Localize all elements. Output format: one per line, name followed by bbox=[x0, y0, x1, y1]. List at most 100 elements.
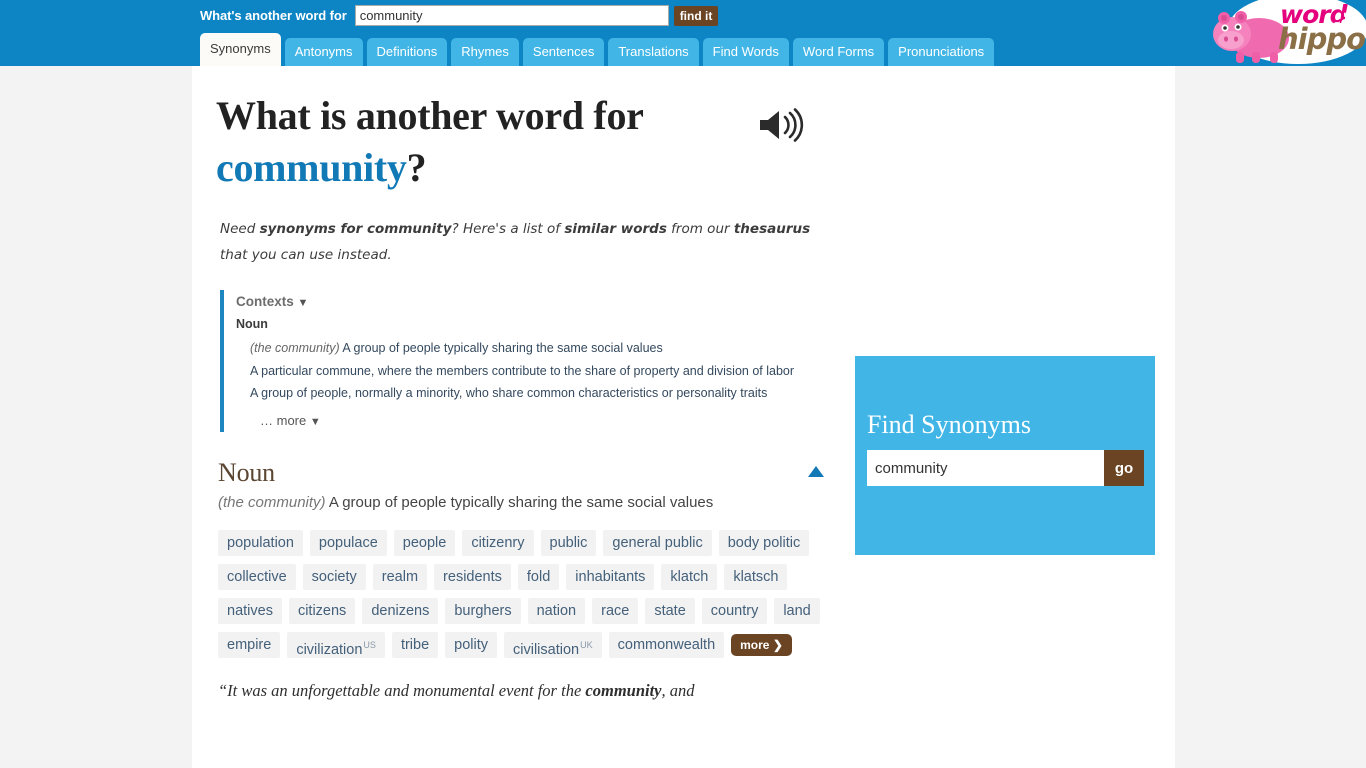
chip-word: empire bbox=[227, 636, 272, 653]
chip-word: klatch bbox=[670, 568, 709, 585]
synonym-chip[interactable]: citizenry bbox=[462, 529, 534, 556]
tab-rhymes[interactable]: Rhymes bbox=[451, 38, 519, 66]
synonym-chip[interactable]: polity bbox=[445, 631, 498, 658]
chip-region-tag: UK bbox=[580, 639, 593, 650]
tab-find-words[interactable]: Find Words bbox=[702, 38, 789, 66]
synonym-chip[interactable]: society bbox=[302, 563, 366, 590]
find-synonyms-go-button[interactable]: go bbox=[1104, 450, 1144, 486]
header-inner: What's another word for find it Synonyms… bbox=[192, 0, 1366, 66]
synonym-chip[interactable]: realm bbox=[372, 563, 428, 590]
speaker-icon[interactable] bbox=[758, 108, 804, 142]
synonym-chip[interactable]: body politic bbox=[718, 529, 810, 556]
synonym-chip[interactable]: population bbox=[218, 529, 303, 556]
synonym-chip[interactable]: people bbox=[393, 529, 456, 556]
chip-word: general public bbox=[612, 534, 703, 551]
site-header: What's another word for find it Synonyms… bbox=[0, 0, 1366, 66]
intro-part-3: from our bbox=[666, 221, 734, 237]
page-content: What is another word for community? Need… bbox=[192, 66, 1175, 768]
context-text: A particular commune, where the members … bbox=[250, 363, 795, 378]
synonym-chip[interactable]: general public bbox=[603, 529, 712, 556]
synonym-chip[interactable]: denizens bbox=[362, 597, 439, 624]
chip-word: citizenry bbox=[471, 534, 525, 551]
context-item[interactable]: (the community) A group of people typica… bbox=[236, 337, 820, 360]
synonym-chip[interactable]: populace bbox=[309, 529, 387, 556]
synonyms-pos-heading: Noun bbox=[218, 457, 275, 487]
more-synonyms-button[interactable]: more ❯ bbox=[731, 633, 792, 656]
chip-word: public bbox=[549, 534, 588, 551]
chip-word: commonwealth bbox=[617, 636, 716, 653]
synonym-chip[interactable]: residents bbox=[434, 563, 511, 590]
chip-word: race bbox=[601, 602, 630, 619]
contexts-toggle[interactable]: Contexts ▼ bbox=[236, 290, 820, 317]
synonym-chip[interactable]: state bbox=[645, 597, 695, 624]
tab-sentences[interactable]: Sentences bbox=[522, 38, 605, 66]
context-item[interactable]: A particular commune, where the members … bbox=[236, 360, 820, 383]
contexts-more-toggle[interactable]: … more ▼ bbox=[236, 413, 820, 428]
synonym-chip[interactable]: civilizationUS bbox=[287, 631, 385, 658]
chip-word: civilization bbox=[296, 641, 363, 658]
synonym-chip[interactable]: burghers bbox=[445, 597, 521, 624]
synonym-chip[interactable]: public bbox=[540, 529, 597, 556]
contexts-pos: Noun bbox=[236, 317, 268, 331]
intro-bold-1: synonyms for community bbox=[259, 221, 452, 237]
synonym-chip[interactable]: collective bbox=[218, 563, 296, 590]
chip-word: fold bbox=[526, 568, 551, 585]
header-search-input[interactable] bbox=[354, 5, 669, 26]
find-synonyms-panel: Find Synonyms go bbox=[855, 356, 1155, 555]
chip-region-tag: US bbox=[363, 639, 376, 650]
contexts-box: Contexts ▼ Noun (the community) A group … bbox=[220, 290, 820, 432]
find-synonyms-input[interactable] bbox=[867, 450, 1104, 486]
page-title-keyword: community bbox=[216, 145, 407, 190]
chip-word: populace bbox=[318, 534, 378, 551]
tab-word-forms[interactable]: Word Forms bbox=[792, 38, 885, 66]
contexts-label: Contexts bbox=[236, 294, 294, 309]
synonym-chip[interactable]: fold bbox=[517, 563, 560, 590]
sun-icon[interactable] bbox=[1334, 12, 1356, 34]
synonym-chip[interactable]: civilisationUK bbox=[504, 631, 602, 658]
chip-word: body politic bbox=[727, 534, 801, 551]
synonym-chip[interactable]: klatsch bbox=[724, 563, 788, 590]
triangle-up-icon[interactable] bbox=[808, 465, 824, 477]
tab-definitions[interactable]: Definitions bbox=[366, 38, 448, 66]
find-it-button[interactable]: find it bbox=[673, 5, 719, 26]
synonym-chip[interactable]: tribe bbox=[391, 631, 439, 658]
title-block: What is another word for community? bbox=[216, 90, 836, 194]
chip-word: burghers bbox=[454, 602, 512, 619]
synonyms-section: Noun (the community) A group of people t… bbox=[218, 458, 838, 658]
chip-word: nation bbox=[536, 602, 577, 619]
synonym-chip[interactable]: race bbox=[592, 597, 639, 624]
chip-word: civilisation bbox=[513, 641, 580, 658]
synonym-chip[interactable]: country bbox=[701, 597, 768, 624]
chip-word: denizens bbox=[371, 602, 430, 619]
tab-synonyms[interactable]: Synonyms bbox=[200, 33, 281, 66]
chip-word: population bbox=[227, 534, 294, 551]
tab-pronunciations[interactable]: Pronunciations bbox=[888, 38, 995, 66]
intro-bold-2: similar words bbox=[564, 221, 667, 237]
synonym-chip[interactable]: nation bbox=[527, 597, 586, 624]
tab-antonyms[interactable]: Antonyms bbox=[284, 38, 363, 66]
intro-part-4: that you can use instead. bbox=[220, 247, 392, 263]
synonym-chip[interactable]: klatch bbox=[661, 563, 718, 590]
chip-word: country bbox=[710, 602, 759, 619]
synonym-chip[interactable]: empire bbox=[218, 631, 281, 658]
synonym-chip[interactable]: inhabitants bbox=[566, 563, 655, 590]
context-text: A group of people typically sharing the … bbox=[339, 341, 663, 355]
chip-word: residents bbox=[443, 568, 502, 585]
main-column: What is another word for community? Need… bbox=[192, 66, 852, 704]
intro-paragraph: Need synonyms for community? Here's a li… bbox=[220, 216, 820, 268]
chip-word: citizens bbox=[297, 602, 347, 619]
chip-word: people bbox=[402, 534, 447, 551]
definition-text: A group of people typically sharing the … bbox=[325, 493, 714, 511]
quote-pre: “It was an unforgettable and monumental … bbox=[218, 680, 586, 700]
chevron-down-icon: ▼ bbox=[309, 415, 321, 428]
synonym-chip[interactable]: natives bbox=[218, 597, 282, 624]
context-item[interactable]: A group of people, normally a minority, … bbox=[236, 382, 820, 405]
site-logo[interactable]: word hippo bbox=[1206, 0, 1366, 70]
tab-translations[interactable]: Translations bbox=[608, 38, 699, 66]
synonym-chip[interactable]: land bbox=[774, 597, 820, 624]
synonym-chip[interactable]: citizens bbox=[288, 597, 356, 624]
example-quote: “It was an unforgettable and monumental … bbox=[218, 678, 833, 704]
chip-word: realm bbox=[381, 568, 419, 585]
chip-word: tribe bbox=[400, 636, 430, 653]
synonym-chip[interactable]: commonwealth bbox=[608, 631, 725, 658]
